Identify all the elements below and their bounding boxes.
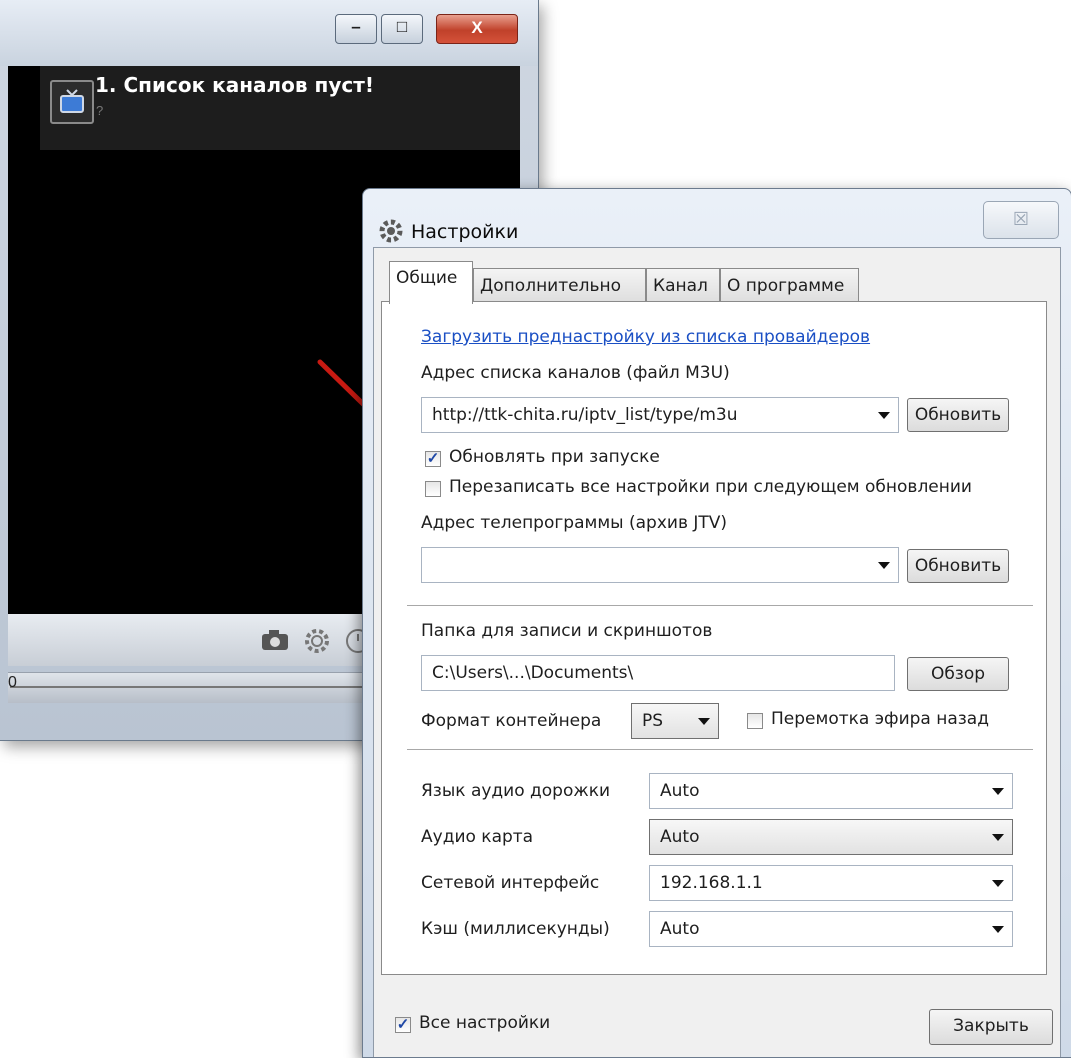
- folder-input[interactable]: C:\Users\...\Documents\: [421, 655, 895, 691]
- dropdown-arrow-icon[interactable]: [878, 412, 890, 419]
- timeshift-checkbox[interactable]: [747, 713, 763, 729]
- minimize-button[interactable]: –: [335, 14, 377, 44]
- separator: [407, 749, 1033, 750]
- channel-subtitle: ?: [96, 103, 104, 118]
- dropdown-arrow-icon[interactable]: [992, 788, 1004, 795]
- tab-channel[interactable]: Канал: [646, 268, 720, 302]
- tab-label: Дополнительно: [480, 276, 621, 296]
- dropdown-arrow-icon[interactable]: [992, 880, 1004, 887]
- close-dialog-button[interactable]: Закрыть: [929, 1009, 1053, 1045]
- cache-select[interactable]: Auto: [649, 911, 1013, 947]
- update-on-start-checkbox[interactable]: ✓: [425, 451, 441, 467]
- audio-language-select[interactable]: Auto: [649, 773, 1013, 809]
- close-button[interactable]: X: [436, 14, 518, 44]
- dialog-title: Настройки: [411, 221, 519, 243]
- audio-language-label: Язык аудио дорожки: [421, 781, 611, 801]
- audio-card-value: Auto: [660, 827, 700, 847]
- close-icon: ☒: [1012, 209, 1030, 229]
- all-settings-checkbox[interactable]: ✓: [395, 1017, 411, 1033]
- dropdown-arrow-icon[interactable]: [698, 718, 710, 725]
- channels-address-value: http://ttk-chita.ru/iptv_list/type/m3u: [432, 405, 738, 425]
- channels-address-combo[interactable]: http://ttk-chita.ru/iptv_list/type/m3u: [421, 397, 899, 433]
- container-format-label: Формат контейнера: [421, 711, 602, 731]
- tv-icon: [50, 80, 94, 124]
- minimize-icon: –: [351, 17, 361, 36]
- tab-general[interactable]: Общие: [389, 261, 473, 304]
- tab-label: О программе: [727, 276, 845, 296]
- maximize-icon: □: [396, 17, 408, 36]
- dropdown-arrow-icon[interactable]: [992, 834, 1004, 841]
- maximize-button[interactable]: □: [381, 14, 423, 44]
- dialog-close-button[interactable]: ☒: [983, 201, 1059, 239]
- gear-icon[interactable]: [302, 626, 332, 661]
- network-interface-select[interactable]: 192.168.1.1: [649, 865, 1013, 901]
- browse-button[interactable]: Обзор: [907, 657, 1009, 691]
- container-format-select[interactable]: PS: [631, 703, 719, 739]
- refresh-epg-button[interactable]: Обновить: [907, 549, 1009, 583]
- refresh-channels-button[interactable]: Обновить: [907, 398, 1009, 432]
- epg-address-combo[interactable]: [421, 547, 899, 583]
- separator: [407, 605, 1033, 606]
- folder-label: Папка для записи и скриншотов: [421, 621, 713, 641]
- channel-title: 1. Список каналов пуст!: [95, 73, 374, 97]
- tab-label: Общие: [396, 268, 458, 288]
- camera-icon[interactable]: [260, 628, 290, 657]
- preset-link[interactable]: Загрузить преднастройку из списка провай…: [421, 327, 870, 347]
- all-settings-label: Все настройки: [419, 1013, 551, 1033]
- epg-address-label: Адрес телепрограммы (архив JTV): [421, 513, 728, 533]
- seek-position: 0: [8, 674, 17, 691]
- cache-label: Кэш (миллисекунды): [421, 919, 610, 939]
- close-icon: X: [471, 18, 483, 37]
- timeshift-label: Перемотка эфира назад: [771, 709, 989, 729]
- dropdown-arrow-icon[interactable]: [878, 562, 890, 569]
- channels-address-label: Адрес списка каналов (файл M3U): [421, 363, 730, 383]
- network-interface-value: 192.168.1.1: [660, 873, 763, 893]
- audio-card-label: Аудио карта: [421, 827, 534, 847]
- cache-value: Auto: [660, 919, 700, 939]
- tab-about[interactable]: О программе: [720, 268, 859, 302]
- seek-track[interactable]: [10, 686, 370, 688]
- container-format-value: PS: [642, 711, 664, 731]
- audio-card-select[interactable]: Auto: [649, 819, 1013, 855]
- overwrite-settings-checkbox[interactable]: [425, 481, 441, 497]
- overwrite-settings-label: Перезаписать все настройки при следующем…: [449, 477, 972, 497]
- folder-value: C:\Users\...\Documents\: [432, 663, 634, 683]
- audio-language-value: Auto: [660, 781, 700, 801]
- update-on-start-label: Обновлять при запуске: [449, 447, 660, 467]
- settings-dialog: Настройки ☒ Общие Дополнительно Канал О …: [362, 188, 1071, 1058]
- dropdown-arrow-icon[interactable]: [992, 926, 1004, 933]
- network-interface-label: Сетевой интерфейс: [421, 873, 600, 893]
- tab-advanced[interactable]: Дополнительно: [473, 268, 646, 302]
- tab-label: Канал: [653, 276, 708, 296]
